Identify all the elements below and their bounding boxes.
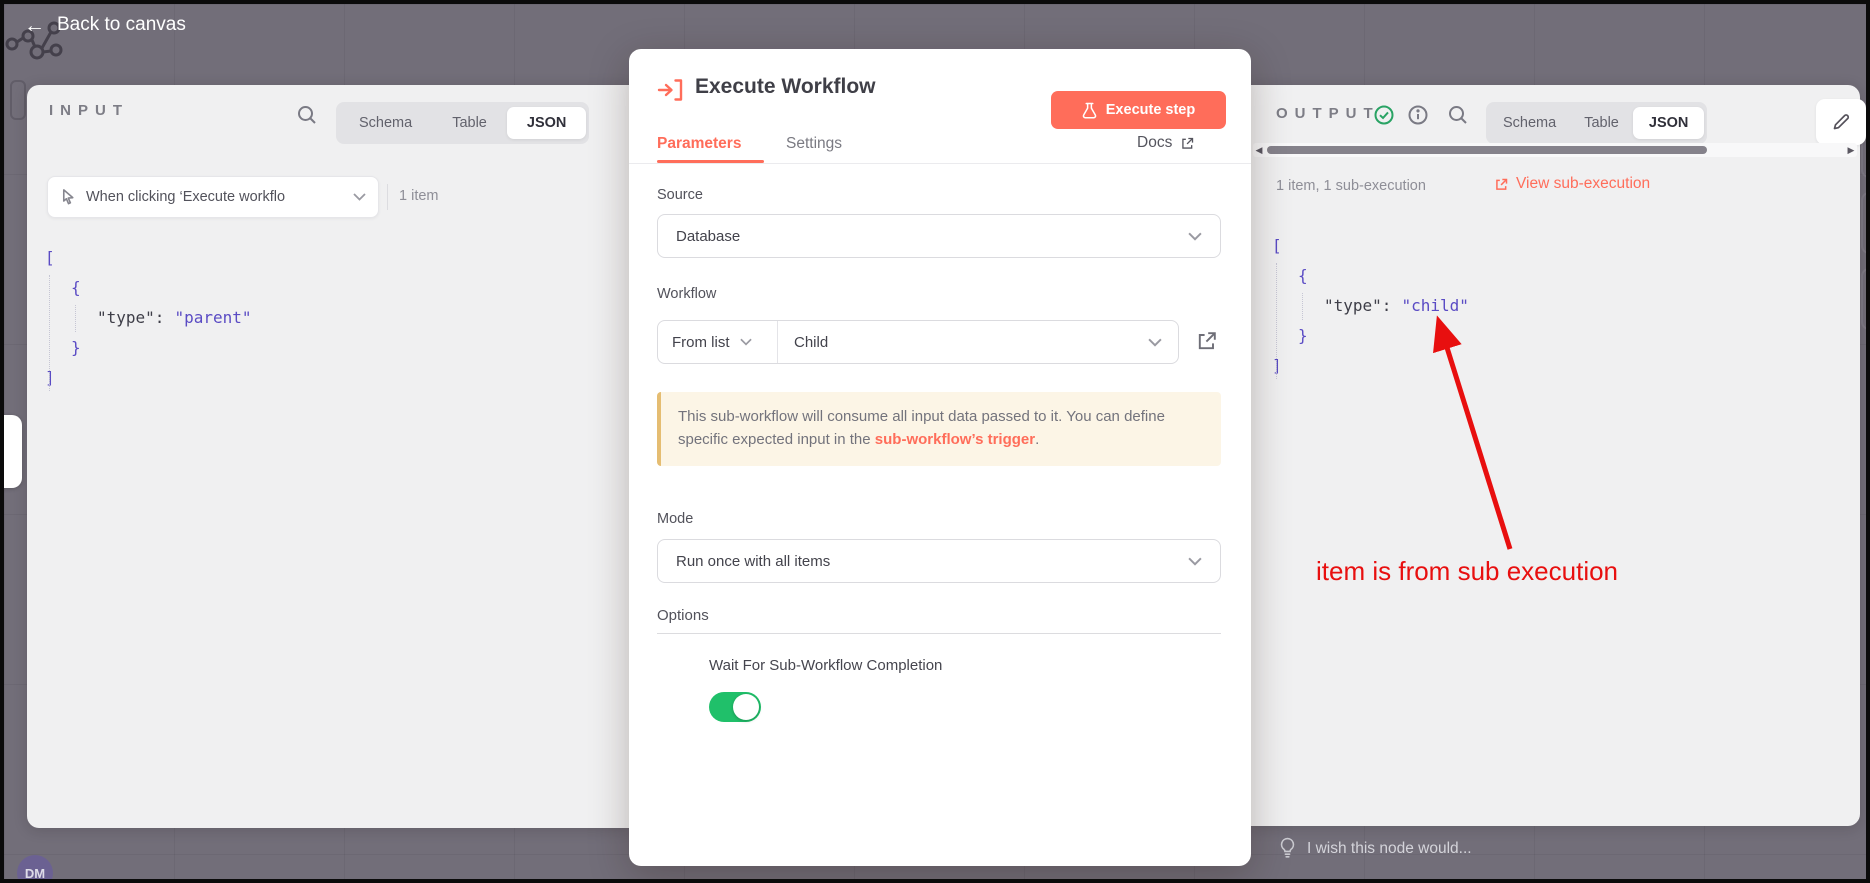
back-to-canvas-button[interactable]: ← Back to canvas [24, 14, 186, 36]
json-line: "type":"child" [1272, 291, 1870, 321]
json-line: ] [45, 363, 647, 393]
input-node-selector-value: When clicking ‘Execute workflo [86, 189, 285, 205]
execute-step-button[interactable]: Execute step [1051, 91, 1226, 129]
canvas-node-fragment [10, 80, 26, 120]
workflow-select[interactable]: Child [778, 321, 1178, 363]
back-arrow-icon: ← [24, 15, 45, 36]
tab-input-table[interactable]: Table [432, 107, 507, 139]
divider [629, 163, 1251, 164]
docs-link[interactable]: Docs [1137, 134, 1195, 152]
json-line: "type":"parent" [45, 303, 647, 333]
horizontal-scrollbar[interactable]: ◀ ▶ [1253, 143, 1857, 157]
scroll-right-arrow[interactable]: ▶ [1845, 145, 1857, 156]
chevron-down-icon [1188, 557, 1202, 566]
tab-output-json[interactable]: JSON [1633, 107, 1705, 139]
tab-output-schema[interactable]: Schema [1489, 107, 1570, 139]
toggle-knob [733, 694, 759, 720]
search-icon[interactable] [1447, 104, 1469, 126]
pointer-cursor-icon [60, 188, 77, 206]
user-avatar[interactable]: DM [17, 855, 53, 883]
workflow-source-mode-select[interactable]: From list [658, 321, 778, 363]
output-summary: 1 item, 1 sub-execution [1276, 178, 1426, 194]
node-details-modal: Execute Workflow Execute step Parameters… [629, 49, 1251, 866]
external-link-icon [1180, 136, 1195, 151]
search-icon[interactable] [296, 104, 318, 126]
input-items-count: 1 item [399, 188, 439, 204]
json-line: { [1272, 261, 1870, 291]
wait-for-subworkflow-label: Wait For Sub-Workflow Completion [709, 657, 942, 674]
node-feedback-button[interactable]: I wish this node would... [1279, 837, 1472, 860]
execute-workflow-node-icon [657, 77, 684, 103]
json-line: ] [1272, 351, 1870, 381]
tab-output-table[interactable]: Table [1570, 107, 1633, 139]
json-line: } [1272, 321, 1870, 351]
output-json-viewer: [ { "type":"child" } ] [1272, 231, 1870, 381]
mode-label: Mode [657, 511, 693, 527]
chevron-down-icon [740, 338, 752, 346]
json-line: [ [45, 243, 647, 273]
mode-select[interactable]: Run once with all items [657, 539, 1221, 583]
source-label: Source [657, 187, 703, 203]
divider [387, 184, 388, 210]
input-json-viewer: [ { "type":"parent" } ] [45, 243, 647, 393]
scrollbar-thumb[interactable] [1267, 146, 1707, 154]
chevron-down-icon [1148, 338, 1162, 347]
info-icon[interactable] [1407, 104, 1429, 126]
source-select[interactable]: Database [657, 214, 1221, 258]
json-line: { [45, 273, 647, 303]
input-node-selector[interactable]: When clicking ‘Execute workflo [47, 176, 379, 218]
sub-workflow-notice: This sub-workflow will consume all input… [657, 392, 1221, 466]
tab-input-schema[interactable]: Schema [339, 107, 432, 139]
node-title: Execute Workflow [695, 75, 876, 99]
options-label: Options [657, 607, 709, 624]
edit-output-button[interactable] [1816, 99, 1866, 145]
lightbulb-icon [1279, 837, 1296, 860]
chevron-down-icon [353, 193, 366, 201]
open-workflow-external-icon[interactable] [1195, 329, 1219, 353]
tab-parameters[interactable]: Parameters [657, 135, 741, 153]
pencil-icon [1831, 112, 1851, 132]
back-to-canvas-label: Back to canvas [57, 14, 186, 36]
wait-for-subworkflow-toggle[interactable] [709, 692, 761, 722]
output-panel: OUTPUT Schema Table JSON ◀ ▶ 1 item, 1 s… [1251, 85, 1860, 826]
annotation-text: item is from sub execution [1316, 556, 1618, 587]
scroll-left-arrow[interactable]: ◀ [1253, 145, 1265, 156]
external-link-icon [1494, 177, 1509, 192]
annotation-arrow [1399, 294, 1529, 564]
json-line: } [45, 333, 647, 363]
panel-drag-handle[interactable] [0, 415, 22, 488]
input-panel: INPUT Schema Table JSON When clicking ‘E… [27, 85, 629, 828]
workflow-field: From list Child [657, 320, 1179, 364]
tab-input-json[interactable]: JSON [507, 107, 587, 139]
flask-icon [1082, 102, 1097, 119]
success-check-icon [1373, 104, 1395, 126]
workflow-label: Workflow [657, 286, 716, 302]
app-screen: ← Back to canvas INPUT Schema Table JSON… [0, 0, 1870, 883]
view-sub-execution-link[interactable]: View sub-execution [1494, 175, 1650, 193]
output-view-tabs: Schema Table JSON [1486, 102, 1707, 144]
chevron-down-icon [1188, 232, 1202, 241]
output-panel-title: OUTPUT [1276, 105, 1380, 122]
sub-workflow-trigger-link[interactable]: sub-workflow’s trigger [875, 431, 1035, 448]
divider [657, 633, 1221, 634]
json-line: [ [1272, 231, 1870, 261]
tab-settings[interactable]: Settings [786, 135, 842, 153]
input-panel-title: INPUT [49, 102, 129, 119]
input-view-tabs: Schema Table JSON [336, 102, 589, 144]
